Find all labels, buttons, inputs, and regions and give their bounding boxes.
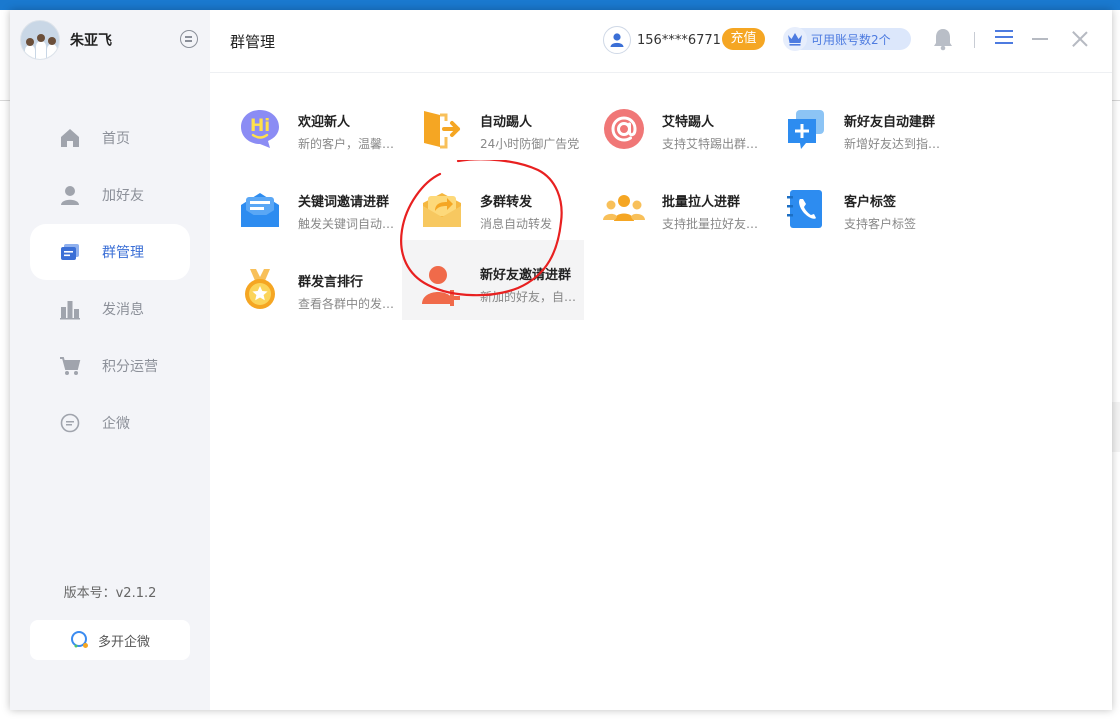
app-window: 朱亚飞 首页 加好友 群管理 发消息 积分运营 企微 版本号：v2.1.2 多开… xyxy=(10,10,1112,710)
hamburger-menu-icon[interactable] xyxy=(995,30,1013,46)
minimize-button[interactable] xyxy=(1032,38,1048,40)
feature-desc: 支持客户标签 xyxy=(844,217,917,231)
people-group-icon xyxy=(602,187,646,231)
feature-card-speak-ranking[interactable]: 群发言排行 查看各群中的发言排行 xyxy=(220,247,402,327)
contact-book-icon xyxy=(784,187,828,231)
phone-number: 156****6771 xyxy=(637,32,721,48)
feature-desc: 新增好友达到指定人数 xyxy=(844,137,944,151)
multi-open-button[interactable]: 多开企微 xyxy=(30,620,190,660)
sidebar-item-label: 加好友 xyxy=(102,188,144,204)
version-label: 版本号：v2.1.2 xyxy=(63,586,157,601)
feature-card-auto-kick[interactable]: 自动踢人 24小时防御广告党 xyxy=(402,87,584,167)
feature-desc: 新加的好友，自动邀请 xyxy=(480,290,580,304)
close-button[interactable] xyxy=(1072,31,1088,47)
chat-bubble-icon xyxy=(58,411,82,435)
feature-title: 欢迎新人 xyxy=(298,115,351,130)
wecom-logo-icon xyxy=(70,631,88,648)
header: 群管理 156****6771 充值 可用账号数2个 xyxy=(210,10,1112,73)
feature-desc: 触发关键词自动邀请 xyxy=(298,217,398,231)
sidebar-item-label: 首页 xyxy=(102,131,130,147)
recharge-button[interactable]: 充值 xyxy=(722,28,765,50)
sidebar-item-wecom[interactable]: 企微 xyxy=(30,395,190,451)
sidebar-item-group-manage[interactable]: 群管理 xyxy=(30,224,190,280)
feature-desc: 新的客户，温馨提醒 xyxy=(298,137,398,151)
sidebar: 朱亚飞 首页 加好友 群管理 发消息 积分运营 企微 版本号：v2.1.2 多开… xyxy=(10,10,210,710)
person-icon xyxy=(58,183,82,207)
page-title: 群管理 xyxy=(230,33,276,51)
user-icon xyxy=(603,26,631,54)
forward-box-icon xyxy=(420,187,464,231)
feature-title: 多群转发 xyxy=(480,195,533,210)
hi-icon: Hi xyxy=(238,107,282,151)
available-accounts-label: 可用账号数2个 xyxy=(811,32,891,47)
account-info[interactable]: 156****6771 xyxy=(603,24,721,56)
sidebar-item-label: 企微 xyxy=(102,416,130,432)
envelope-icon xyxy=(238,187,282,231)
feature-title: 自动踢人 xyxy=(480,115,533,130)
notification-bell-icon[interactable] xyxy=(932,27,954,51)
collapse-menu-icon[interactable] xyxy=(180,30,198,48)
feature-card-customer-tag[interactable]: 客户标签 支持客户标签 xyxy=(766,167,948,247)
feature-title: 关键词邀请进群 xyxy=(298,195,390,210)
multi-open-label: 多开企微 xyxy=(97,634,150,650)
sidebar-item-add-friend[interactable]: 加好友 xyxy=(30,167,190,223)
user-name: 朱亚飞 xyxy=(70,33,112,49)
header-divider xyxy=(974,32,975,48)
sidebar-item-points[interactable]: 积分运营 xyxy=(30,338,190,394)
sidebar-item-home[interactable]: 首页 xyxy=(30,110,190,166)
sidebar-nav: 首页 加好友 群管理 发消息 积分运营 企微 xyxy=(30,110,190,452)
feature-desc: 支持艾特踢出群成员 xyxy=(662,137,762,151)
sidebar-item-label: 积分运营 xyxy=(102,359,158,375)
feature-desc: 24小时防御广告党 xyxy=(480,137,580,151)
home-icon xyxy=(58,126,82,150)
sidebar-item-label: 发消息 xyxy=(102,302,144,318)
feature-card-keyword-invite[interactable]: 关键词邀请进群 触发关键词自动邀请 xyxy=(220,167,402,247)
feature-card-new-friend-invite[interactable]: 新好友邀请进群 新加的好友，自动邀请 xyxy=(402,240,584,320)
feature-card-batch-pull[interactable]: 批量拉人进群 支持批量拉好友进群 xyxy=(584,167,766,247)
add-person-icon xyxy=(420,264,464,308)
cart-icon xyxy=(58,354,82,378)
sidebar-item-send-message[interactable]: 发消息 xyxy=(30,281,190,337)
feature-card-welcome[interactable]: Hi 欢迎新人 新的客户，温馨提醒 xyxy=(220,87,402,167)
feature-card-auto-build-group[interactable]: 新好友自动建群 新增好友达到指定人数 xyxy=(766,87,948,167)
user-profile[interactable]: 朱亚飞 xyxy=(20,20,200,60)
feature-title: 客户标签 xyxy=(844,195,897,210)
background-window-titlebar xyxy=(0,0,1120,10)
feature-title: 群发言排行 xyxy=(298,275,364,290)
medal-icon xyxy=(238,267,282,311)
bar-chart-icon xyxy=(58,297,82,321)
crown-icon xyxy=(783,27,807,51)
new-group-icon xyxy=(784,107,828,151)
sidebar-item-label: 群管理 xyxy=(102,245,144,261)
group-manage-icon xyxy=(58,240,82,264)
feature-title: 新好友自动建群 xyxy=(844,115,936,130)
feature-title: 批量拉人进群 xyxy=(662,195,741,210)
at-sign-icon xyxy=(602,107,646,151)
feature-card-at-kick[interactable]: 艾特踢人 支持艾特踢出群成员 xyxy=(584,87,766,167)
available-accounts-badge[interactable]: 可用账号数2个 xyxy=(783,27,911,51)
avatar xyxy=(20,20,60,60)
feature-title: 新好友邀请进群 xyxy=(480,268,572,283)
feature-desc: 查看各群中的发言排行 xyxy=(298,297,398,311)
feature-desc: 消息自动转发 xyxy=(480,217,553,231)
exit-door-icon xyxy=(420,107,464,151)
feature-title: 艾特踢人 xyxy=(662,115,715,130)
feature-card-multi-forward[interactable]: 多群转发 消息自动转发 xyxy=(402,167,584,247)
feature-desc: 支持批量拉好友进群 xyxy=(662,217,762,231)
svg-text:Hi: Hi xyxy=(250,116,270,136)
